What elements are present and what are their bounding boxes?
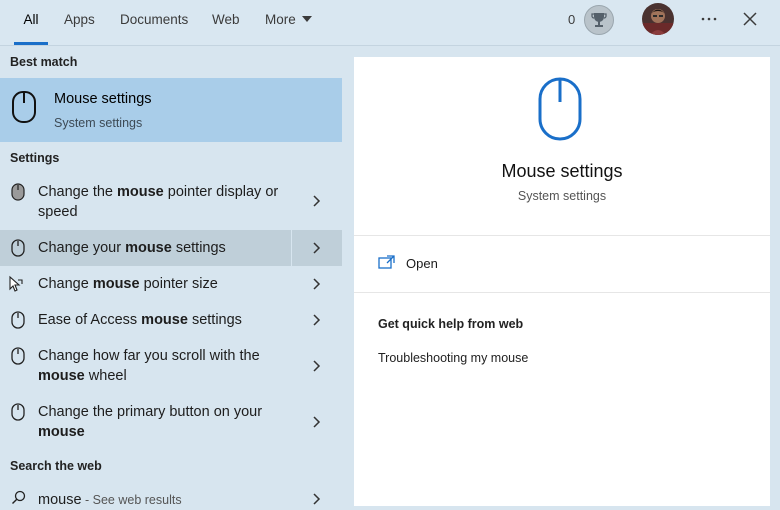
close-button[interactable] <box>737 6 763 32</box>
mouse-icon <box>11 239 25 257</box>
list-item-label: Ease of Access mouse settings <box>38 312 242 328</box>
mouse-pointer-icon <box>11 183 25 201</box>
divider <box>354 292 770 293</box>
avatar[interactable] <box>642 3 674 35</box>
row-divider <box>291 230 292 266</box>
chevron-right-icon <box>313 242 321 254</box>
list-item[interactable]: Change mouse pointer size <box>0 266 342 302</box>
list-item-label: Change the mouse pointer display or spee… <box>38 184 279 220</box>
list-item-label: Change mouse pointer size <box>38 276 218 292</box>
list-item[interactable]: Change the mouse pointer display or spee… <box>0 174 342 228</box>
best-match-title: Mouse settings <box>54 91 152 107</box>
trophy-icon <box>591 13 607 27</box>
troubleshooting-link[interactable]: Troubleshooting my mouse <box>378 351 528 365</box>
preview-title: Mouse settings <box>501 161 623 181</box>
tab-more[interactable]: More <box>265 0 312 45</box>
list-item-label: Change your mouse settings <box>38 240 226 256</box>
search-tab-bar: All Apps Documents Web More 0 <box>0 0 780 46</box>
preview-subtitle: System settings <box>517 189 607 203</box>
list-item[interactable]: Change your mouse settings <box>0 230 342 266</box>
open-icon <box>378 255 395 269</box>
chevron-right-icon <box>313 493 321 505</box>
web-search-item[interactable]: mouse - See web results <box>0 484 342 510</box>
list-item-label: Change how far you scroll with the mouse… <box>38 348 260 384</box>
web-search-hint: - See web results <box>81 493 182 507</box>
list-item[interactable]: Change the primary button on your mouse <box>0 394 342 450</box>
list-item[interactable]: Change how far you scroll with the mouse… <box>0 338 342 394</box>
tab-web-label: Web <box>212 12 240 27</box>
tab-web[interactable]: Web <box>212 0 240 45</box>
profile-picture-icon <box>642 3 674 35</box>
mouse-size-icon <box>9 275 23 292</box>
tab-documents[interactable]: Documents <box>120 0 188 45</box>
search-icon <box>12 490 26 504</box>
tab-apps-label: Apps <box>64 12 95 27</box>
active-tab-indicator <box>14 42 48 45</box>
rewards-trophy-button[interactable] <box>584 5 614 35</box>
web-search-label: mouse - See web results <box>38 490 298 510</box>
rewards-points: 0 <box>568 12 576 27</box>
search-web-heading: Search the web <box>10 459 102 473</box>
list-item[interactable]: Ease of Access mouse settings <box>0 302 342 338</box>
preview-pane: Mouse settings System settings Open Get … <box>354 57 770 506</box>
best-match-subtitle: System settings <box>54 116 143 130</box>
tab-all[interactable]: All <box>14 0 48 45</box>
chevron-right-icon <box>313 416 321 428</box>
best-match-heading: Best match <box>10 55 78 69</box>
settings-heading: Settings <box>10 151 60 165</box>
mouse-icon <box>538 77 582 141</box>
tab-apps[interactable]: Apps <box>64 0 95 45</box>
chevron-right-icon <box>313 314 321 326</box>
ellipsis-icon <box>701 17 717 21</box>
mouse-icon <box>11 403 25 421</box>
tab-documents-label: Documents <box>120 12 189 27</box>
quick-help-heading: Get quick help from web <box>378 317 524 331</box>
tab-more-label: More <box>265 12 296 27</box>
mouse-icon <box>11 347 25 365</box>
chevron-right-icon <box>313 360 321 372</box>
tab-all-label: All <box>23 12 39 27</box>
chevron-down-icon <box>301 16 312 22</box>
mouse-icon <box>11 311 25 329</box>
chevron-right-icon <box>313 278 321 290</box>
open-action[interactable]: Open <box>354 237 770 291</box>
mouse-icon <box>12 91 36 123</box>
chevron-right-icon <box>313 195 321 207</box>
divider <box>354 235 770 236</box>
close-icon <box>743 12 757 26</box>
best-match-item[interactable]: Mouse settings System settings <box>0 78 342 142</box>
open-label: Open <box>406 256 438 271</box>
more-options-button[interactable] <box>698 7 720 31</box>
list-item-label: Change the primary button on your mouse <box>38 404 263 440</box>
results-pane: Best match Mouse settings System setting… <box>0 46 342 508</box>
